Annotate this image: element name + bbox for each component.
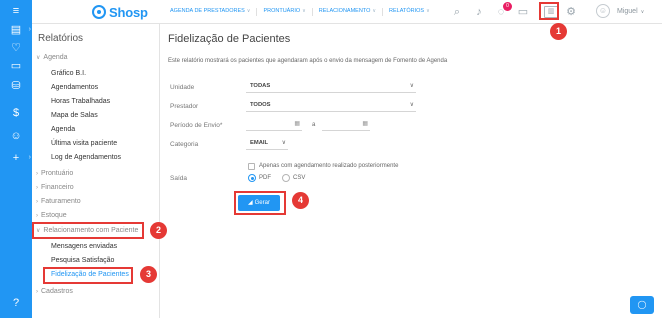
chevron-right-icon: › <box>36 171 38 177</box>
crumb-relacionamento[interactable]: RELACIONAMENTO ∨ <box>315 8 380 16</box>
sidebar-group-estoque[interactable]: › Estoque <box>36 212 67 219</box>
avatar: ☺ <box>596 4 610 18</box>
chat-widget-button[interactable]: ◯ <box>630 296 654 314</box>
prestador-select[interactable]: TODOS ∨ <box>246 100 416 112</box>
step-badge-3: 3 <box>140 266 157 283</box>
main-content: Fidelização de Pacientes Este relatório … <box>160 24 662 318</box>
divider <box>311 8 313 16</box>
help-icon[interactable]: ? <box>0 295 32 311</box>
calendar-icon[interactable]: ▦ <box>362 120 368 127</box>
sidebar-item-mensagens[interactable]: Mensagens enviadas <box>51 243 117 250</box>
unidade-label: Unidade <box>170 84 195 91</box>
chevron-right-icon: › <box>36 213 38 219</box>
top-bar: Shosp AGENDA DE PRESTADORES ∨ PRONTUÁRIO ∨… <box>32 0 662 24</box>
sidebar-group-cadastros[interactable]: › Cadastros <box>36 288 73 295</box>
highlight-generate <box>234 191 286 215</box>
chevron-down-icon: ∨ <box>409 102 414 108</box>
prestador-label: Prestador <box>170 103 199 110</box>
heart-icon[interactable]: ♡ <box>0 40 32 56</box>
logo-text: Shosp <box>109 4 148 20</box>
breadcrumb: AGENDA DE PRESTADORES ∨ PRONTUÁRIO ∨ RELAC… <box>166 8 434 16</box>
agendamento-checkbox-label: Apenas com agendamento realizado posteri… <box>259 163 399 169</box>
chevron-right-icon: › <box>36 289 38 295</box>
user-menu[interactable]: ☺ Miguel ∨ <box>596 4 644 18</box>
sidebar-group-agenda[interactable]: ∨ Agenda <box>36 54 68 61</box>
saida-csv-label: CSV <box>293 175 306 181</box>
crumb-prontuario[interactable]: PRONTUÁRIO ∨ <box>259 8 309 16</box>
sidebar-group-prontuario[interactable]: › Prontuário <box>36 170 73 177</box>
left-rail: ≡ ▤ › ♡ ▭ ⛁ $ ☺ + › ? <box>0 0 32 318</box>
crumb-relatorios[interactable]: RELATÓRIOS ∨ <box>385 8 434 16</box>
database-icon[interactable]: ⛁ <box>0 78 32 94</box>
saida-label: Saída <box>170 175 187 182</box>
date-end-input[interactable]: ▦ <box>322 119 370 131</box>
sidebar-item-agendamentos[interactable]: Agendamentos <box>51 84 98 91</box>
logo-icon <box>92 5 106 19</box>
users-icon[interactable]: ☺ <box>0 128 32 144</box>
calendar-icon[interactable]: ▤ › <box>0 22 32 38</box>
step-badge-1: 1 <box>550 23 567 40</box>
sidebar-group-faturamento[interactable]: › Faturamento <box>36 198 81 205</box>
chevron-right-icon: › <box>36 185 38 191</box>
page-description: Este relatório mostrará os pacientes que… <box>168 58 448 64</box>
sidebar-item-mapa-salas[interactable]: Mapa de Salas <box>51 112 98 119</box>
chevron-down-icon: ∨ <box>36 55 41 61</box>
monitor-icon[interactable]: ▭ <box>0 58 32 74</box>
chevron-down-icon: ∨ <box>372 8 377 14</box>
divider <box>382 8 384 16</box>
date-start-input[interactable]: ▦ <box>246 119 302 131</box>
calendar-icon[interactable]: ▦ <box>294 120 300 127</box>
page-title: Fidelização de Pacientes <box>168 33 291 45</box>
notification-badge: 0 <box>503 2 512 11</box>
sidebar-item-horas[interactable]: Horas Trabalhadas <box>51 98 110 105</box>
saida-pdf-label: PDF <box>259 175 271 181</box>
highlight-fidelizacao <box>43 267 133 284</box>
chat-icon: ◯ <box>637 300 647 309</box>
sidebar-item-agenda[interactable]: Agenda <box>51 126 75 133</box>
user-name: Miguel ∨ <box>617 7 645 15</box>
money-icon[interactable]: $ <box>0 105 32 121</box>
saida-pdf-radio[interactable] <box>248 174 256 182</box>
divider <box>256 8 258 16</box>
chevron-down-icon: ∨ <box>246 8 251 14</box>
search-icon[interactable]: ⌕ <box>450 5 464 19</box>
chevron-down-icon: ∨ <box>302 8 306 14</box>
chevron-down-icon: ∨ <box>281 140 286 146</box>
highlight-relacionamento <box>32 222 144 239</box>
categoria-select[interactable]: EMAIL ∨ <box>246 138 288 150</box>
sidebar-item-grafico[interactable]: Gráfico B.I. <box>51 70 86 77</box>
plus-icon[interactable]: + › <box>0 150 32 166</box>
saida-csv-radio[interactable] <box>282 174 290 182</box>
step-badge-2: 2 <box>150 222 167 239</box>
chat-bubble-icon[interactable]: ◌ 0 <box>494 2 512 19</box>
chevron-down-icon: ∨ <box>409 83 414 89</box>
agendamento-checkbox[interactable] <box>248 163 255 170</box>
bell-icon[interactable]: ♪ <box>472 5 486 19</box>
periodo-label: Período de Envio* <box>170 122 223 129</box>
sidebar-item-ultima-visita[interactable]: Última visita paciente <box>51 140 117 147</box>
chevron-down-icon: ∨ <box>426 8 430 14</box>
chevron-right-icon: › <box>36 199 38 205</box>
gear-icon[interactable]: ⚙ <box>564 5 578 19</box>
date-range-separator: a <box>312 122 316 128</box>
sidebar-title: Relatórios <box>38 33 84 44</box>
logo[interactable]: Shosp <box>92 3 148 21</box>
unidade-select[interactable]: TODAS ∨ <box>246 81 416 93</box>
chevron-down-icon: ∨ <box>640 8 645 15</box>
hamburger-menu-icon[interactable]: ≡ <box>0 3 32 19</box>
categoria-label: Categoria <box>170 141 199 148</box>
highlight-reports-icon <box>539 2 559 20</box>
sidebar-item-pesquisa[interactable]: Pesquisa Satisfação <box>51 257 114 264</box>
message-icon[interactable]: ▭ <box>516 5 530 19</box>
sidebar-group-financeiro[interactable]: › Financeiro <box>36 184 74 191</box>
crumb-agenda[interactable]: AGENDA DE PRESTADORES ∨ <box>166 8 254 16</box>
sidebar-item-log[interactable]: Log de Agendamentos <box>51 154 121 161</box>
step-badge-4: 4 <box>292 192 309 209</box>
